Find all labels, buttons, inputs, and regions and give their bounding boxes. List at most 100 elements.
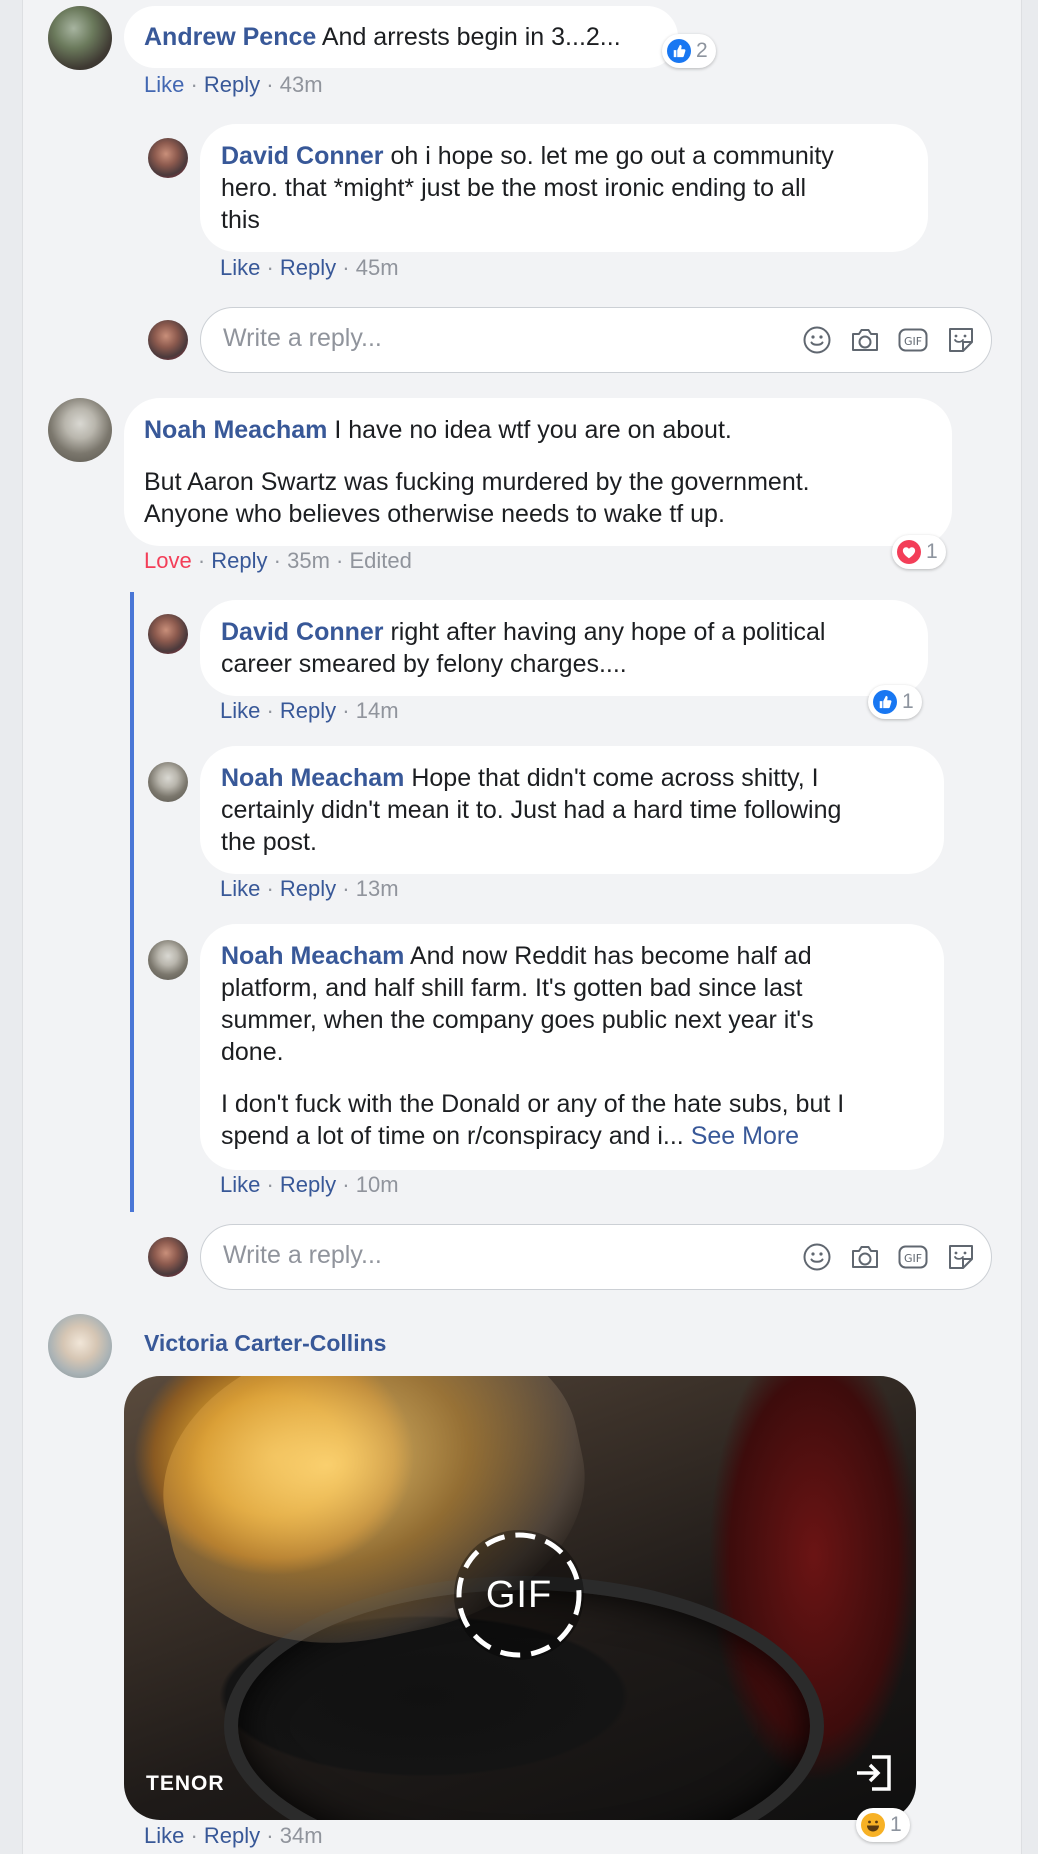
timestamp[interactable]: 13m bbox=[356, 876, 399, 901]
comment-author[interactable]: Andrew Pence bbox=[144, 23, 316, 51]
comment-actions: Like · Reply · 13m bbox=[220, 876, 399, 901]
reaction-badge[interactable]: 2 bbox=[662, 34, 716, 68]
reply-link[interactable]: Reply bbox=[280, 876, 336, 901]
avatar[interactable] bbox=[48, 1314, 112, 1378]
comment-bubble: Noah Meacham And now Reddit has become h… bbox=[200, 924, 944, 1170]
comment-actions: Like · Reply · 45m bbox=[220, 255, 399, 280]
comment-actions: Like · Reply · 10m bbox=[220, 1172, 399, 1197]
love-reaction-icon bbox=[897, 540, 921, 564]
gif-icon[interactable]: GIF bbox=[897, 1238, 929, 1276]
avatar bbox=[148, 320, 188, 360]
avatar bbox=[148, 1237, 188, 1277]
comment-text: I don't fuck with the Donald or any of t… bbox=[221, 1090, 845, 1118]
thread-line bbox=[130, 592, 134, 1212]
reply-link[interactable]: Reply bbox=[280, 255, 336, 280]
reaction-count: 1 bbox=[890, 1813, 902, 1836]
timestamp[interactable]: 45m bbox=[356, 255, 399, 280]
comment-actions: Love · Reply · 35m · Edited bbox=[144, 548, 412, 573]
comment-text: platform, and half shill farm. It's gott… bbox=[221, 974, 803, 1002]
comment-text: career smeared by felony charges.... bbox=[221, 650, 627, 678]
comment-text: summer, when the company goes public nex… bbox=[221, 1006, 814, 1034]
camera-icon[interactable] bbox=[849, 321, 881, 359]
comment-actions: Like · Reply · 14m bbox=[220, 698, 399, 723]
reply-link[interactable]: Reply bbox=[280, 1172, 336, 1197]
camera-icon[interactable] bbox=[849, 1238, 881, 1276]
love-link[interactable]: Love bbox=[144, 548, 192, 573]
reaction-badge[interactable]: 1 bbox=[892, 535, 946, 569]
comment-bubble: Noah Meacham I have no idea wtf you are … bbox=[124, 398, 952, 546]
comment-actions: Like · Reply · 43m bbox=[144, 72, 323, 97]
avatar[interactable] bbox=[148, 940, 188, 980]
comment-author[interactable]: David Conner bbox=[221, 618, 384, 646]
like-reaction-icon bbox=[873, 690, 897, 714]
reply-link[interactable]: Reply bbox=[204, 1823, 260, 1848]
comment-text: Hope that didn't come across shitty, I bbox=[411, 764, 819, 792]
comment-text: And arrests begin in 3...2... bbox=[321, 23, 621, 51]
comment-bubble: Noah Meacham Hope that didn't come acros… bbox=[200, 746, 944, 874]
comment-author[interactable]: Noah Meacham bbox=[144, 416, 327, 444]
timestamp[interactable]: 34m bbox=[280, 1823, 323, 1848]
reaction-badge[interactable]: 1 bbox=[868, 685, 922, 719]
reply-placeholder: Write a reply... bbox=[223, 324, 382, 352]
like-link[interactable]: Like bbox=[220, 1172, 260, 1197]
comment-actions: Like · Reply · 34m bbox=[144, 1823, 323, 1848]
comment-text: hero. that *might* just be the most iron… bbox=[221, 174, 807, 202]
reply-placeholder: Write a reply... bbox=[223, 1241, 382, 1269]
avatar[interactable] bbox=[48, 6, 112, 70]
open-external-icon[interactable] bbox=[854, 1753, 894, 1798]
reaction-badge[interactable]: 1 bbox=[856, 1808, 910, 1842]
timestamp[interactable]: 14m bbox=[356, 698, 399, 723]
comment-bubble: Andrew Pence And arrests begin in 3...2.… bbox=[124, 6, 678, 68]
sticker-icon[interactable] bbox=[945, 321, 977, 359]
comment-text: this bbox=[221, 206, 260, 234]
sticker-icon[interactable] bbox=[945, 1238, 977, 1276]
reaction-count: 1 bbox=[902, 690, 914, 713]
comment-author[interactable]: Victoria Carter-Collins bbox=[144, 1330, 386, 1356]
timestamp[interactable]: 43m bbox=[280, 72, 323, 97]
like-link[interactable]: Like bbox=[220, 255, 260, 280]
comment-author[interactable]: Noah Meacham bbox=[221, 942, 404, 970]
comment-text: done. bbox=[221, 1038, 284, 1066]
avatar[interactable] bbox=[148, 138, 188, 178]
timestamp[interactable]: 10m bbox=[356, 1172, 399, 1197]
avatar[interactable] bbox=[148, 762, 188, 802]
reply-link[interactable]: Reply bbox=[211, 548, 267, 573]
gif-attachment[interactable]: GIF TENOR bbox=[124, 1376, 916, 1820]
avatar[interactable] bbox=[148, 614, 188, 654]
svg-text:GIF: GIF bbox=[904, 1252, 922, 1265]
comment-text: Anyone who believes otherwise needs to w… bbox=[144, 500, 725, 528]
reply-input[interactable]: Write a reply... GIF bbox=[200, 307, 992, 373]
gif-icon[interactable]: GIF bbox=[897, 321, 929, 359]
reply-input[interactable]: Write a reply... GIF bbox=[200, 1224, 992, 1290]
gif-play-badge[interactable]: GIF bbox=[454, 1530, 584, 1660]
reply-link[interactable]: Reply bbox=[280, 698, 336, 723]
svg-text:GIF: GIF bbox=[904, 335, 922, 348]
comment-text: But Aaron Swartz was fucking murdered by… bbox=[144, 468, 810, 496]
comment-author[interactable]: David Conner bbox=[221, 142, 384, 170]
comment-text: spend a lot of time on r/conspiracy and … bbox=[221, 1122, 684, 1150]
comment-text: oh i hope so. let me go out a community bbox=[390, 142, 834, 170]
timestamp[interactable]: 35m bbox=[287, 548, 330, 573]
comment-author-row: Victoria Carter-Collins bbox=[144, 1330, 386, 1357]
comment-text: the post. bbox=[221, 828, 317, 856]
reply-link[interactable]: Reply bbox=[204, 72, 260, 97]
comment-bubble: David Conner oh i hope so. let me go out… bbox=[200, 124, 928, 252]
reaction-count: 2 bbox=[696, 39, 708, 62]
comment-text: certainly didn't mean it to. Just had a … bbox=[221, 796, 842, 824]
like-link[interactable]: Like bbox=[144, 1823, 184, 1848]
comment-text: right after having any hope of a politic… bbox=[390, 618, 826, 646]
comment-text: I have no idea wtf you are on about. bbox=[334, 416, 732, 444]
edited-label[interactable]: Edited bbox=[349, 548, 411, 573]
like-link[interactable]: Like bbox=[220, 698, 260, 723]
see-more-link[interactable]: See More bbox=[691, 1122, 799, 1150]
emoji-icon[interactable] bbox=[801, 1238, 833, 1276]
comment-text: And now Reddit has become half ad bbox=[409, 942, 812, 970]
emoji-icon[interactable] bbox=[801, 321, 833, 359]
like-link[interactable]: Like bbox=[144, 72, 184, 97]
reaction-count: 1 bbox=[926, 540, 938, 563]
like-reaction-icon bbox=[667, 39, 691, 63]
comment-author[interactable]: Noah Meacham bbox=[221, 764, 404, 792]
like-link[interactable]: Like bbox=[220, 876, 260, 901]
gif-provider-label: TENOR bbox=[146, 1772, 225, 1795]
avatar[interactable] bbox=[48, 398, 112, 462]
